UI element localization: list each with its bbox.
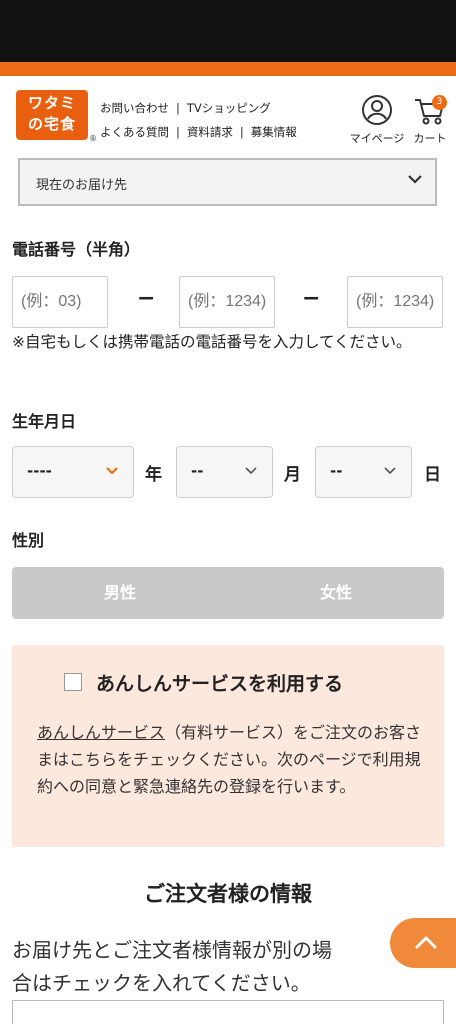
birth-day-select[interactable]: -- bbox=[315, 446, 412, 498]
chevron-down-icon bbox=[106, 467, 118, 475]
scroll-to-top-button[interactable] bbox=[390, 918, 456, 968]
recruit-link[interactable]: 募集情報 bbox=[251, 125, 297, 139]
status-bar bbox=[0, 0, 456, 62]
cart-label: カート bbox=[413, 132, 447, 145]
anshin-service-panel: あんしんサービスを利用する あんしんサービス（有料サービス）をご注文のお客さまは… bbox=[12, 645, 444, 847]
watami-logo[interactable]: ワタミ の宅食 bbox=[16, 90, 88, 140]
orderer-note-line1: お届け先とご注文者様情報が別の場 bbox=[12, 938, 332, 962]
birth-day-value: -- bbox=[330, 462, 343, 480]
anshin-service-link[interactable]: あんしんサービス bbox=[37, 723, 165, 742]
month-unit: 月 bbox=[284, 465, 301, 485]
phone-dash: − bbox=[137, 286, 156, 311]
link-separator: | bbox=[176, 101, 180, 115]
tv-shopping-link[interactable]: TVショッピング bbox=[187, 101, 271, 115]
birth-year-select[interactable]: ---- bbox=[12, 446, 134, 498]
phone-number-input[interactable] bbox=[347, 276, 443, 328]
delivery-address-label: 現在のお届け先 bbox=[36, 178, 128, 193]
orderer-checkbox-box[interactable] bbox=[12, 1000, 444, 1024]
contact-link[interactable]: お問い合わせ bbox=[100, 101, 169, 115]
orderer-note: お届け先とご注文者様情報が別の場 合はチェックを入れてください。 bbox=[12, 934, 452, 1000]
phone-note: ※自宅もしくは携帯電話の電話番号を入力してください。 bbox=[12, 333, 412, 351]
cart-button[interactable]: 3 カート bbox=[410, 94, 450, 146]
brand-accent-bar bbox=[0, 62, 456, 76]
user-circle-icon bbox=[362, 95, 392, 125]
mypage-button[interactable]: マイページ bbox=[345, 94, 409, 146]
cart-count-badge: 3 bbox=[432, 95, 447, 110]
anshin-service-checkbox-label[interactable]: あんしんサービスを利用する bbox=[96, 669, 343, 696]
brochure-link[interactable]: 資料請求 bbox=[187, 125, 233, 139]
gender-female-option[interactable]: 女性 bbox=[228, 567, 444, 619]
birth-month-value: -- bbox=[191, 462, 204, 480]
logo-text-line2: の宅食 bbox=[27, 115, 76, 133]
logo-text-line1: ワタミ bbox=[27, 94, 76, 112]
phone-exchange-input[interactable] bbox=[179, 276, 275, 328]
phone-section-label: 電話番号（半角） bbox=[12, 240, 141, 259]
link-separator: | bbox=[176, 125, 180, 139]
year-unit: 年 bbox=[145, 465, 162, 485]
chevron-down-icon bbox=[408, 175, 422, 184]
birth-month-select[interactable]: -- bbox=[176, 446, 273, 498]
phone-area-code-input[interactable] bbox=[12, 276, 108, 328]
site-header: ワタミ の宅食 ® お問い合わせ | TVショッピング よくある質問 | 資料請求 | 募集… bbox=[0, 76, 456, 158]
phone-dash: − bbox=[302, 286, 321, 311]
day-unit: 日 bbox=[424, 465, 441, 485]
birthdate-section-label: 生年月日 bbox=[12, 412, 77, 431]
chevron-up-icon bbox=[415, 936, 437, 949]
chevron-down-icon bbox=[384, 467, 396, 475]
registered-mark: ® bbox=[89, 134, 97, 143]
orderer-note-line2: 合はチェックを入れてください。 bbox=[12, 971, 311, 995]
header-links: お問い合わせ | TVショッピング よくある質問 | 資料請求 | 募集情報 bbox=[100, 96, 297, 144]
gender-section-label: 性別 bbox=[12, 531, 45, 550]
gender-toggle: 男性 女性 bbox=[12, 567, 444, 619]
gender-male-option[interactable]: 男性 bbox=[12, 567, 228, 619]
faq-link[interactable]: よくある質問 bbox=[100, 125, 169, 139]
anshin-service-description: あんしんサービス（有料サービス）をご注文のお客さまはこちらをチェックください。次… bbox=[37, 719, 427, 800]
link-separator: | bbox=[239, 125, 244, 139]
mypage-label: マイページ bbox=[349, 132, 405, 145]
birth-year-value: ---- bbox=[27, 462, 52, 480]
anshin-service-checkbox[interactable] bbox=[64, 673, 82, 691]
chevron-down-icon bbox=[245, 467, 257, 475]
delivery-address-select[interactable]: 現在のお届け先 bbox=[18, 158, 437, 206]
orderer-section-title: ご注文者様の情報 bbox=[144, 882, 312, 906]
